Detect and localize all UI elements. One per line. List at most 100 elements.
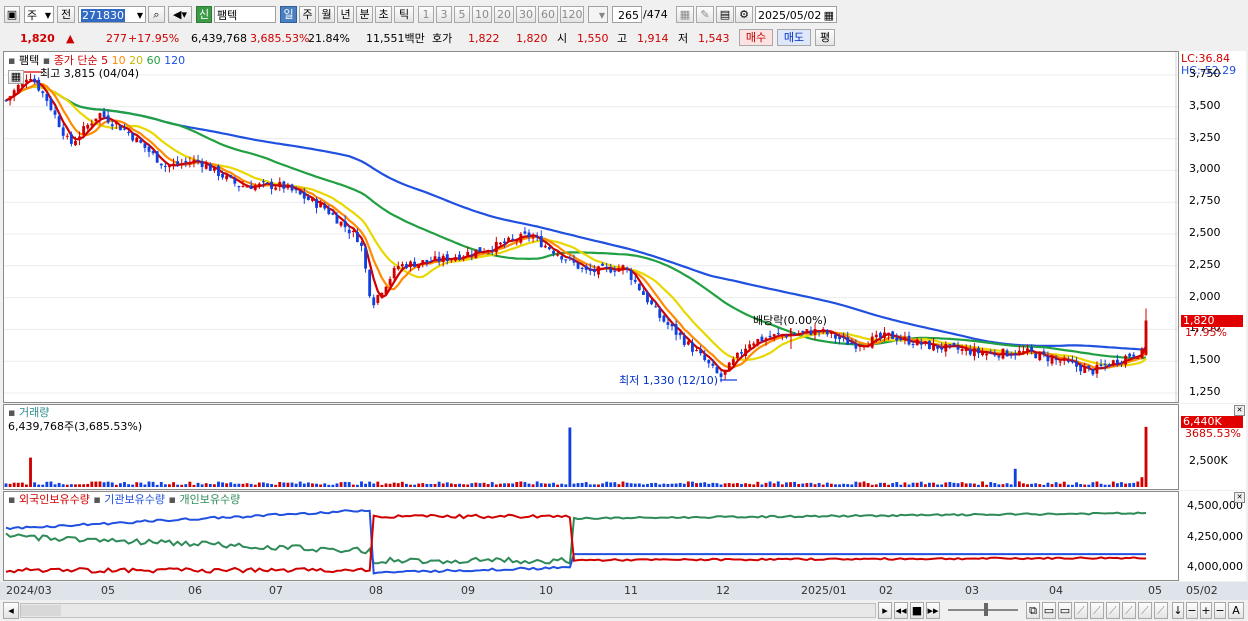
period-button-second[interactable]: 초: [375, 6, 392, 23]
candle-body: [347, 229, 351, 234]
rewind-icon: ◂◂: [895, 604, 907, 617]
volume-bar: [315, 483, 318, 487]
reset-button[interactable]: −: [1214, 602, 1226, 619]
period-button-week[interactable]: 주: [299, 6, 316, 23]
volume-bar: [707, 483, 711, 487]
scroll-left-button[interactable]: ◂: [3, 602, 19, 619]
volume-bar: [1120, 482, 1123, 487]
grid-tool-button[interactable]: ▦: [676, 6, 694, 23]
candle-body: [237, 186, 241, 188]
date-input[interactable]: 2025/05/02 ▦: [755, 6, 837, 23]
candle-body: [306, 196, 310, 201]
volume-bar: [396, 483, 400, 487]
zoom-slider[interactable]: [948, 609, 1018, 611]
volume-bar: [168, 484, 171, 487]
save-button[interactable]: ▤: [716, 6, 734, 23]
volume-bar: [282, 482, 286, 487]
tool-button[interactable]: ⟋: [1138, 602, 1152, 619]
candle-body: [82, 126, 86, 135]
interval-button[interactable]: 5: [454, 6, 470, 23]
draw-icon: ⟋: [1141, 604, 1149, 617]
volume-bar: [723, 483, 727, 487]
interval-button[interactable]: 120: [560, 6, 584, 23]
tool-button[interactable]: ⟋: [1090, 602, 1104, 619]
tool-button[interactable]: ⟋: [1154, 602, 1168, 619]
interval-button[interactable]: 30: [516, 6, 536, 23]
window-menu-button[interactable]: ▣: [4, 6, 20, 23]
tool-button[interactable]: ⧉: [1026, 602, 1040, 619]
interval-button[interactable]: 1: [418, 6, 434, 23]
volume-bar: [756, 481, 760, 487]
stop-button[interactable]: ■: [910, 602, 924, 619]
rewind-button[interactable]: ◂◂: [894, 602, 908, 619]
stock-name-field[interactable]: 팸텍: [214, 6, 276, 23]
candle-body: [413, 261, 417, 267]
period-button-tick[interactable]: 틱: [394, 6, 414, 23]
x-tick: 09: [461, 584, 475, 597]
tool-button[interactable]: ▭: [1042, 602, 1056, 619]
interval-button[interactable]: 3: [436, 6, 452, 23]
stock-code-input[interactable]: 271830 ▼: [78, 6, 146, 23]
scroll-right-button[interactable]: ▸: [878, 602, 892, 619]
candle-body: [33, 78, 37, 83]
custom-interval-select[interactable]: ▼: [588, 6, 608, 23]
forward-button[interactable]: ▸▸: [926, 602, 940, 619]
volume-bar: [180, 484, 184, 487]
draw-tool-button[interactable]: ✎: [696, 6, 714, 23]
zoom-out-button[interactable]: −: [1186, 602, 1198, 619]
candle-body: [646, 292, 649, 303]
interval-button[interactable]: 20: [494, 6, 514, 23]
zoom-in-button[interactable]: +: [1200, 602, 1212, 619]
candle-body: [915, 339, 919, 346]
zoom-slider-handle[interactable]: [984, 603, 988, 616]
settings-button[interactable]: ⚙: [735, 6, 753, 23]
interval-button[interactable]: 60: [538, 6, 558, 23]
eval-button[interactable]: 평: [815, 29, 835, 46]
close-icon[interactable]: ✕: [1234, 405, 1245, 416]
x-tick: 03: [965, 584, 979, 597]
sell-button[interactable]: 매도: [777, 29, 811, 46]
interval-button[interactable]: 10: [472, 6, 492, 23]
horizontal-scrollbar[interactable]: [20, 603, 876, 618]
search-button[interactable]: ⌕: [148, 6, 165, 23]
table-toggle-button[interactable]: ▦: [8, 70, 24, 84]
candle-body: [490, 249, 494, 252]
volume-bar: [519, 481, 523, 487]
candle-body: [114, 123, 118, 125]
holding-panel[interactable]: ▪ 외국인보유수량 ▪ 기관보유수량 ▪ 개인보유수량: [3, 491, 1179, 581]
close-icon[interactable]: ✕: [1234, 492, 1245, 503]
period-button-month[interactable]: 월: [318, 6, 335, 23]
volume-bar: [1115, 483, 1119, 487]
new-stock-badge[interactable]: 신: [196, 6, 212, 23]
candle-body: [127, 131, 131, 133]
period-button-minute[interactable]: 분: [356, 6, 373, 23]
prev-button[interactable]: 전: [57, 6, 75, 23]
tool-button[interactable]: ⟋: [1122, 602, 1136, 619]
volume-bar: [588, 484, 592, 487]
high-price: 1,914: [637, 32, 669, 45]
volume-bar: [911, 482, 915, 487]
auto-button[interactable]: A: [1228, 602, 1244, 619]
candle-body: [1021, 351, 1025, 353]
candle-body: [421, 260, 425, 265]
candle-body: [1120, 362, 1123, 364]
minus-button[interactable]: ↓: [1172, 602, 1184, 619]
tool-button[interactable]: ▭: [1058, 602, 1072, 619]
tool-button[interactable]: ⟋: [1074, 602, 1088, 619]
candle-body: [147, 146, 151, 152]
speaker-button[interactable]: ◀▾: [168, 6, 192, 23]
scrollbar-thumb[interactable]: [21, 605, 61, 616]
period-type-select[interactable]: 주 ▼: [24, 6, 54, 23]
tool-button[interactable]: ⟋: [1106, 602, 1120, 619]
buy-button[interactable]: 매수: [739, 29, 773, 46]
page-current-input[interactable]: 265: [612, 6, 642, 23]
ma-period-60: 60: [146, 54, 161, 67]
candle-body: [1079, 365, 1083, 372]
price-chart-panel[interactable]: ▪ 팸텍 ▪ 종가 단순 5 10 20 60 120 ▦ 최고 3,815 (…: [3, 51, 1179, 403]
period-button-year[interactable]: 년: [337, 6, 354, 23]
volume-panel[interactable]: ▪ 거래량 6,439,768주(3,685.53%): [3, 404, 1179, 490]
holding-legend: ▪ 외국인보유수량 ▪ 기관보유수량 ▪ 개인보유수량: [8, 493, 241, 506]
volume-value: 6,439,768: [191, 32, 247, 45]
volume-bar: [1054, 482, 1058, 487]
period-button-day[interactable]: 일: [280, 6, 297, 23]
